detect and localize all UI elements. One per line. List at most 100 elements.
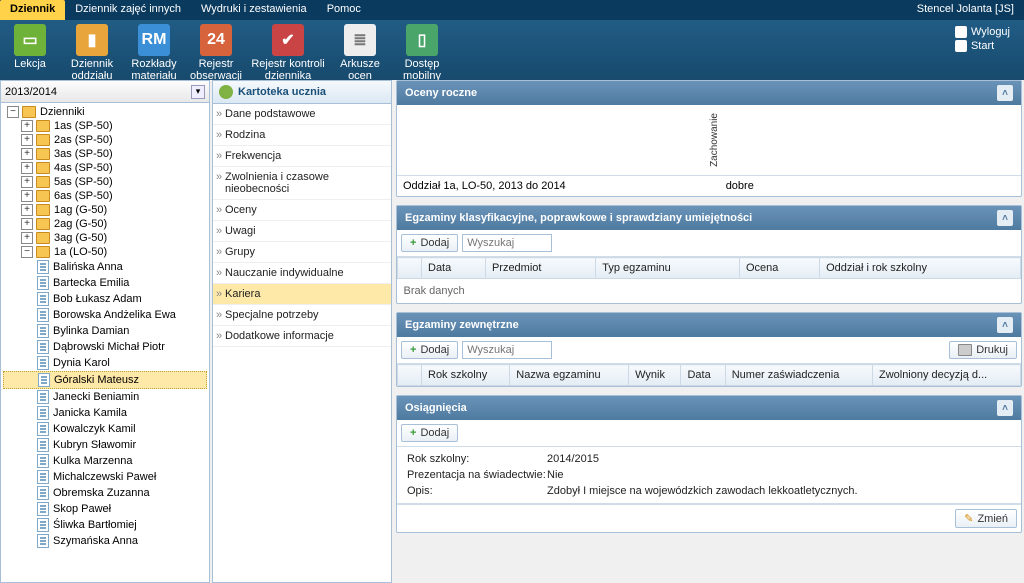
tree-node[interactable]: −1a (LO-50)	[3, 245, 207, 259]
value-opis: Zdobył I miejsce na wojewódzkich zawodac…	[547, 485, 858, 497]
col-numer[interactable]: Numer zaświadczenia	[725, 365, 872, 386]
tree-node[interactable]: +2ag (G-50)	[3, 217, 207, 231]
kartoteka-item[interactable]: Dodatkowe informacje	[213, 326, 391, 347]
tab-pomoc[interactable]: Pomoc	[317, 0, 371, 20]
tree-node[interactable]: Kulka Marzenna	[3, 453, 207, 469]
tree-node[interactable]: +2as (SP-50)	[3, 133, 207, 147]
col-data[interactable]: Data	[422, 258, 486, 279]
search-input[interactable]	[462, 341, 552, 359]
ribbon-rejestr-kontroli[interactable]: ✔Rejestr kontroli dziennika	[248, 24, 328, 82]
top-tabs: Dziennik Dziennik zajęć innych Wydruki i…	[0, 0, 1024, 20]
tree-node[interactable]: +3ag (G-50)	[3, 231, 207, 245]
edit-button[interactable]: ✎Zmień	[955, 509, 1017, 528]
tree-node[interactable]: Śliwka Bartłomiej	[3, 517, 207, 533]
ribbon-lekcja[interactable]: ▭Lekcja	[0, 24, 60, 70]
tree-node[interactable]: Bob Łukasz Adam	[3, 291, 207, 307]
start-link[interactable]: Start	[955, 40, 1010, 52]
kartoteka-item[interactable]: Specjalne potrzeby	[213, 305, 391, 326]
panel-oceny-roczne: Oceny roczne ˄ Zachowanie Oddział 1a, LO-…	[396, 80, 1022, 197]
egz-klas-grid: Data Przedmiot Typ egzaminu Ocena Oddzia…	[397, 257, 1021, 303]
col-typ[interactable]: Typ egzaminu	[596, 258, 740, 279]
tree-node[interactable]: +5as (SP-50)	[3, 175, 207, 189]
ribbon-dziennik-oddzialu[interactable]: ▮Dziennik oddziału	[62, 24, 122, 82]
label-prezentacja: Prezentacja na świadectwie:	[407, 469, 547, 481]
ribbon-arkusze-ocen[interactable]: ≣Arkusze ocen	[330, 24, 390, 82]
kartoteka-item[interactable]: Oceny	[213, 200, 391, 221]
tree-node[interactable]: Balińska Anna	[3, 259, 207, 275]
col-nazwa[interactable]: Nazwa egzaminu	[510, 365, 629, 386]
kartoteka-item[interactable]: Dane podstawowe	[213, 104, 391, 125]
label-rok: Rok szkolny:	[407, 453, 547, 465]
tree-node[interactable]: Góralski Mateusz	[3, 371, 207, 389]
tree-node[interactable]: Obremska Zuzanna	[3, 485, 207, 501]
col-zwolniony[interactable]: Zwolniony decyzją d...	[872, 365, 1020, 386]
current-user: Stencel Jolanta [JS]	[907, 0, 1024, 20]
home-icon	[955, 40, 967, 52]
tree-node[interactable]: Skop Paweł	[3, 501, 207, 517]
collapse-icon[interactable]: ˄	[997, 317, 1013, 333]
tree-node[interactable]: Bartecka Emilia	[3, 275, 207, 291]
tree-node[interactable]: Michalczewski Paweł	[3, 469, 207, 485]
tree-node[interactable]: +4as (SP-50)	[3, 161, 207, 175]
panel-title-oceny: Oceny roczne	[405, 87, 477, 99]
col-data[interactable]: Data	[681, 365, 725, 386]
lock-icon	[955, 26, 967, 38]
value-prezentacja: Nie	[547, 469, 564, 481]
tree-node[interactable]: Borowska Andżelika Ewa	[3, 307, 207, 323]
tree-node[interactable]: −Dzienniki	[3, 105, 207, 119]
tree-panel: 2013/2014 ▾ −Dzienniki+1as (SP-50)+2as (…	[0, 80, 210, 583]
tree-node[interactable]: +1ag (G-50)	[3, 203, 207, 217]
col-przedmiot[interactable]: Przedmiot	[485, 258, 595, 279]
add-button[interactable]: +Dodaj	[401, 341, 458, 359]
year-selector[interactable]: 2013/2014	[5, 86, 191, 98]
kartoteka-item[interactable]: Grupy	[213, 242, 391, 263]
tree-node[interactable]: +1as (SP-50)	[3, 119, 207, 133]
tree-node[interactable]: Kowalczyk Kamil	[3, 421, 207, 437]
tree-node[interactable]: Bylinka Damian	[3, 323, 207, 339]
tab-wydruki[interactable]: Wydruki i zestawienia	[191, 0, 317, 20]
tree-node[interactable]: Kubryn Sławomir	[3, 437, 207, 453]
search-input[interactable]	[462, 234, 552, 252]
ribbon-rozklady[interactable]: RMRozkłady materiału	[124, 24, 184, 82]
kartoteka-item[interactable]: Kariera	[213, 284, 391, 305]
print-button[interactable]: Drukuj	[949, 341, 1017, 359]
empty-row: Brak danych	[398, 279, 1021, 304]
year-dropdown-icon[interactable]: ▾	[191, 85, 205, 99]
kartoteka-item[interactable]: Uwagi	[213, 221, 391, 242]
panel-title-egz-klas: Egzaminy klasyfikacyjne, poprawkowe i sp…	[405, 212, 752, 224]
student-icon	[219, 85, 233, 99]
kartoteka-item[interactable]: Frekwencja	[213, 146, 391, 167]
tab-dziennik[interactable]: Dziennik	[0, 0, 65, 20]
collapse-icon[interactable]: ˄	[997, 400, 1013, 416]
ribbon-rejestr-obserwacji[interactable]: 24Rejestr obserwacji	[186, 24, 246, 82]
col-rok[interactable]: Rok szkolny	[422, 365, 510, 386]
logout-link[interactable]: Wyloguj	[955, 26, 1010, 38]
add-button[interactable]: +Dodaj	[401, 424, 458, 442]
col-ocena[interactable]: Ocena	[739, 258, 819, 279]
tree-node[interactable]: Janicka Kamila	[3, 405, 207, 421]
oceny-oddzial: Oddział 1a, LO-50, 2013 do 2014	[403, 180, 566, 192]
tree-node[interactable]: Janecki Beniamin	[3, 389, 207, 405]
kartoteka-item[interactable]: Rodzina	[213, 125, 391, 146]
add-button[interactable]: +Dodaj	[401, 234, 458, 252]
col-oddzial[interactable]: Oddział i rok szkolny	[820, 258, 1021, 279]
collapse-icon[interactable]: ˄	[997, 85, 1013, 101]
collapse-icon[interactable]: ˄	[997, 210, 1013, 226]
oceny-value: dobre	[726, 180, 754, 192]
kartoteka-item[interactable]: Zwolnienia i czasowe nieobecności	[213, 167, 391, 200]
panel-egz-klas: Egzaminy klasyfikacyjne, poprawkowe i sp…	[396, 205, 1022, 304]
pencil-icon: ✎	[964, 512, 973, 525]
tree-node[interactable]: Dąbrowski Michał Piotr	[3, 339, 207, 355]
col-wynik[interactable]: Wynik	[629, 365, 681, 386]
tree-node[interactable]: +3as (SP-50)	[3, 147, 207, 161]
kartoteka-item[interactable]: Nauczanie indywidualne	[213, 263, 391, 284]
tree-node[interactable]: Dynia Karol	[3, 355, 207, 371]
tree-node[interactable]: Szymańska Anna	[3, 533, 207, 549]
value-rok: 2014/2015	[547, 453, 599, 465]
ribbon-dostep-mobilny[interactable]: ▯Dostęp mobilny	[392, 24, 452, 82]
panel-osiagniecia: Osiągnięcia˄ +Dodaj Rok szkolny:2014/201…	[396, 395, 1022, 533]
tab-dziennik-innych[interactable]: Dziennik zajęć innych	[65, 0, 191, 20]
tree-node[interactable]: +6as (SP-50)	[3, 189, 207, 203]
egz-zew-grid: Rok szkolny Nazwa egzaminu Wynik Data Nu…	[397, 364, 1021, 386]
zachowanie-label: Zachowanie	[709, 113, 720, 167]
